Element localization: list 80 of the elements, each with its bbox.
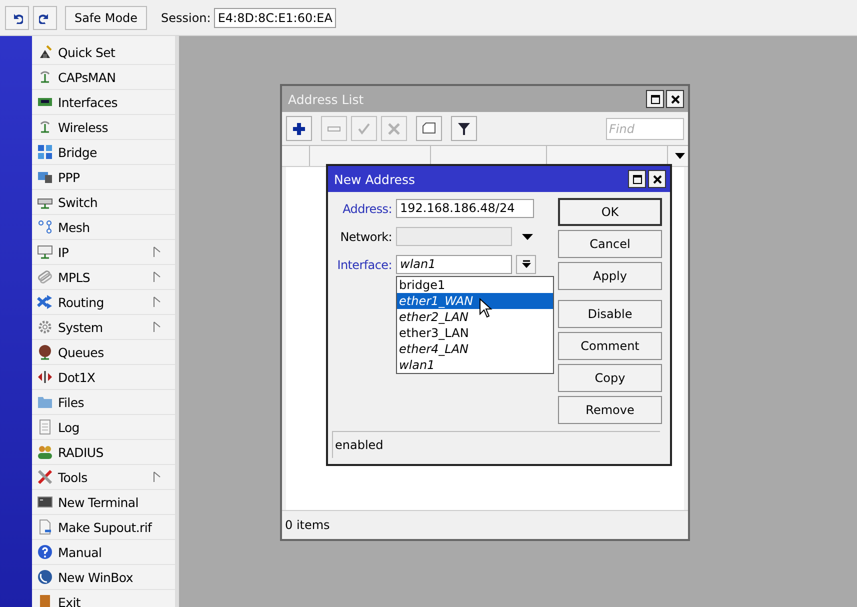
menu-item[interactable]: Mesh bbox=[32, 215, 175, 240]
menu-item[interactable]: Switch bbox=[32, 190, 175, 215]
filter-icon bbox=[457, 122, 471, 136]
menu-item[interactable]: New WinBox bbox=[32, 565, 175, 590]
monitor-icon bbox=[37, 169, 53, 185]
cross-icon bbox=[387, 122, 401, 136]
network-icon bbox=[37, 244, 53, 260]
close-icon bbox=[670, 94, 680, 104]
dropdown-arrow-icon bbox=[522, 260, 530, 269]
menu-item[interactable]: RADIUS bbox=[32, 440, 175, 465]
document-icon bbox=[37, 519, 53, 535]
menu-item[interactable]: Tools bbox=[32, 465, 175, 490]
undo-icon bbox=[11, 12, 23, 24]
dialog-button[interactable]: Comment bbox=[558, 332, 662, 360]
menu-item[interactable]: Quick Set bbox=[32, 40, 175, 65]
dialog-button[interactable]: Disable bbox=[558, 300, 662, 328]
dropdown-option[interactable]: ether1_WAN bbox=[397, 293, 553, 309]
plus-icon bbox=[292, 122, 306, 136]
safe-mode-button[interactable]: Safe Mode bbox=[65, 6, 147, 30]
menu-item[interactable]: New Terminal bbox=[32, 490, 175, 515]
gear-icon bbox=[37, 319, 53, 335]
nodes-icon bbox=[37, 219, 53, 235]
maximize-button[interactable] bbox=[628, 170, 646, 188]
status-text: enabled bbox=[335, 438, 384, 452]
menu-item[interactable]: System bbox=[32, 315, 175, 340]
address-field[interactable]: 192.168.186.48/24 bbox=[396, 199, 534, 218]
session-label: Session: bbox=[161, 10, 211, 24]
menu-item[interactable]: Manual bbox=[32, 540, 175, 565]
check-icon bbox=[357, 122, 371, 136]
menu-item[interactable]: Files bbox=[32, 390, 175, 415]
menu-item[interactable]: Bridge bbox=[32, 140, 175, 165]
menu-item[interactable]: Log bbox=[32, 415, 175, 440]
dialog-button[interactable]: OK bbox=[558, 198, 662, 226]
field-label: Network: bbox=[339, 230, 392, 244]
menu-item[interactable]: Dot1X bbox=[32, 365, 175, 390]
interface-field[interactable]: wlan1 bbox=[396, 255, 512, 274]
field-label: Address: bbox=[342, 202, 392, 216]
menu-item[interactable]: PPP bbox=[32, 165, 175, 190]
people-icon bbox=[37, 444, 53, 460]
window-title: New Address bbox=[334, 172, 416, 186]
menu-item[interactable]: Exit bbox=[32, 590, 175, 607]
cursor-icon bbox=[479, 298, 493, 318]
dialog-button[interactable]: Cancel bbox=[558, 230, 662, 258]
dropdown-option[interactable]: ether3_LAN bbox=[397, 325, 553, 341]
menu-item[interactable]: Make Supout.rif bbox=[32, 515, 175, 540]
dropdown-option[interactable]: ether2_LAN bbox=[397, 309, 553, 325]
dialog-button[interactable]: Copy bbox=[558, 364, 662, 392]
folder-icon bbox=[37, 394, 53, 410]
menu-item[interactable]: CAPsMAN bbox=[32, 65, 175, 90]
menu-item[interactable]: Interfaces bbox=[32, 90, 175, 115]
menu-item[interactable]: Wireless bbox=[32, 115, 175, 140]
maximize-icon bbox=[650, 94, 660, 104]
dropdown-button[interactable] bbox=[516, 255, 536, 274]
dropdown-option[interactable]: wlan1 bbox=[397, 357, 553, 373]
help-icon bbox=[37, 544, 53, 560]
door-icon bbox=[37, 594, 53, 607]
field-label: Interface: bbox=[336, 258, 392, 272]
menu-item[interactable]: IP bbox=[32, 240, 175, 265]
tools-icon bbox=[37, 469, 53, 485]
dropdown-option[interactable]: ether4_LAN bbox=[397, 341, 553, 357]
note-icon bbox=[422, 122, 436, 136]
document-icon bbox=[37, 419, 53, 435]
status-text: 0 items bbox=[285, 518, 330, 532]
dialog-button[interactable]: Apply bbox=[558, 262, 662, 290]
maximize-icon bbox=[632, 174, 642, 184]
close-button[interactable] bbox=[648, 170, 666, 188]
chain-icon bbox=[37, 269, 53, 285]
dropdown-option[interactable]: bridge1 bbox=[397, 277, 553, 293]
session-field[interactable]: E4:8D:8C:E1:60:EA bbox=[214, 8, 336, 28]
redo-icon bbox=[39, 12, 51, 24]
menu-item[interactable]: Queues bbox=[32, 340, 175, 365]
redo-button[interactable] bbox=[33, 6, 57, 30]
window-title: Address List bbox=[288, 92, 364, 106]
dropdown-arrow-icon[interactable] bbox=[522, 234, 533, 240]
undo-button[interactable] bbox=[5, 6, 29, 30]
close-icon bbox=[652, 174, 662, 184]
menu-item[interactable]: Routing bbox=[32, 290, 175, 315]
terminal-icon bbox=[37, 494, 53, 510]
menu-item[interactable]: MPLS bbox=[32, 265, 175, 290]
dialog-button[interactable]: Remove bbox=[558, 396, 662, 424]
